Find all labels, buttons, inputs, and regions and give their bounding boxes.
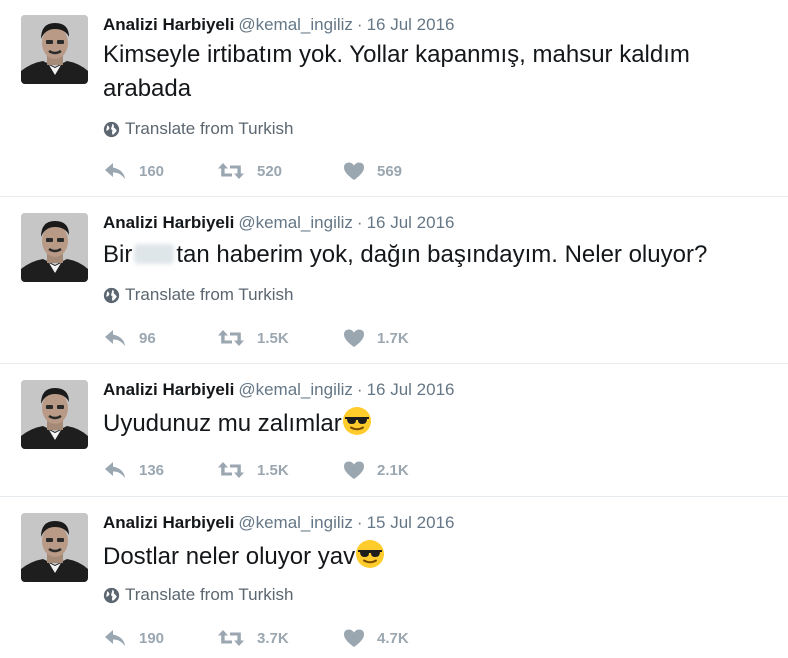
reply-icon xyxy=(103,328,127,348)
sunglasses-emoji-icon xyxy=(342,406,372,436)
username-handle[interactable]: @kemal_ingiliz xyxy=(238,15,353,34)
retweet-icon xyxy=(217,161,245,181)
reply-count: 190 xyxy=(139,629,165,647)
like-count: 2.1K xyxy=(377,461,409,479)
translate-label: Translate from Turkish xyxy=(125,585,294,604)
display-name[interactable]: Analizi Harbiyeli xyxy=(103,15,234,34)
tweet-text: Kimseyle irtibatım yok. Yollar kapanmış,… xyxy=(103,38,763,106)
username-handle[interactable]: @kemal_ingiliz xyxy=(238,213,353,232)
tweet-4[interactable]: Analizi Harbiyeli @kemal_ingiliz · 15 Jul 2… xyxy=(0,498,788,658)
reply-button[interactable]: 160 xyxy=(103,161,217,181)
retweet-icon xyxy=(217,628,245,648)
separator-dot: · xyxy=(356,213,363,232)
heart-icon xyxy=(343,328,365,348)
retweet-icon xyxy=(217,328,245,348)
tweet-text-body: Dostlar neler oluyor yav xyxy=(103,543,356,570)
reply-icon xyxy=(103,161,127,181)
tweet-text-line1: Kimseyle irtibatım yok. Yollar kapanmış,… xyxy=(103,41,690,68)
profile-photo xyxy=(21,513,88,582)
retweet-count: 1.5K xyxy=(257,461,289,479)
tweet-text: Uyudunuz mu zalımlar xyxy=(103,406,763,441)
translate-label: Translate from Turkish xyxy=(125,119,294,138)
reply-count: 160 xyxy=(139,162,165,180)
tweet-text: Dostlar neler oluyor yav xyxy=(103,539,763,574)
heart-icon xyxy=(343,628,365,648)
tweet-2[interactable]: Analizi Harbiyeli @kemal_ingiliz · 16 Jul 2… xyxy=(0,198,788,364)
like-button[interactable]: 4.7K xyxy=(343,628,409,648)
globe-icon xyxy=(103,587,120,604)
username-handle[interactable]: @kemal_ingiliz xyxy=(238,380,353,399)
tweet-text-body: Uyudunuz mu zalımlar xyxy=(103,410,342,437)
avatar[interactable] xyxy=(21,380,88,449)
display-name[interactable]: Analizi Harbiyeli xyxy=(103,380,234,399)
tweet-1[interactable]: Analizi Harbiyeli @kemal_ingiliz · 16 Jul 2… xyxy=(0,0,788,197)
tweet-actions: 136 1.5K 2.1K xyxy=(103,458,409,482)
tweet-actions: 160 520 569 xyxy=(103,159,402,183)
retweet-count: 3.7K xyxy=(257,629,289,647)
profile-photo xyxy=(21,380,88,449)
globe-icon xyxy=(103,121,120,138)
separator-dot: · xyxy=(356,15,363,34)
like-button[interactable]: 2.1K xyxy=(343,460,409,480)
avatar[interactable] xyxy=(21,513,88,582)
retweet-button[interactable]: 1.5K xyxy=(217,328,343,348)
retweet-icon xyxy=(217,460,245,480)
like-button[interactable]: 569 xyxy=(343,161,402,181)
profile-photo xyxy=(21,213,88,282)
tweet-date[interactable]: 15 Jul 2016 xyxy=(367,513,455,532)
reply-icon xyxy=(103,460,127,480)
avatar[interactable] xyxy=(21,15,88,84)
globe-icon xyxy=(103,287,120,304)
profile-photo xyxy=(21,15,88,84)
tweet-header: Analizi Harbiyeli @kemal_ingiliz · 16 Jul 2… xyxy=(103,15,454,35)
heart-icon xyxy=(343,460,365,480)
tweet-actions: 96 1.5K 1.7K xyxy=(103,326,409,350)
avatar[interactable] xyxy=(21,213,88,282)
retweet-count: 520 xyxy=(257,162,283,180)
translate-label: Translate from Turkish xyxy=(125,285,294,304)
tweet-text-line2: arabada xyxy=(103,75,192,102)
like-count: 569 xyxy=(377,162,403,180)
tweet-3[interactable]: Analizi Harbiyeli @kemal_ingiliz · 16 Jul 2… xyxy=(0,365,788,497)
translate-link[interactable]: Translate from Turkish xyxy=(103,585,293,605)
tweet-header: Analizi Harbiyeli @kemal_ingiliz · 15 Jul 2… xyxy=(103,513,454,533)
tweet-header: Analizi Harbiyeli @kemal_ingiliz · 16 Jul 2… xyxy=(103,380,454,400)
tweet-text-end: tan haberim yok, dağın başındayım. Neler… xyxy=(176,241,708,268)
separator-dot: · xyxy=(356,380,363,399)
tweet-date[interactable]: 16 Jul 2016 xyxy=(367,15,455,34)
reply-count: 96 xyxy=(139,329,156,347)
like-count: 4.7K xyxy=(377,629,409,647)
retweet-button[interactable]: 1.5K xyxy=(217,460,343,480)
display-name[interactable]: Analizi Harbiyeli xyxy=(103,513,234,532)
like-button[interactable]: 1.7K xyxy=(343,328,409,348)
reply-count: 136 xyxy=(139,461,165,479)
tweet-date[interactable]: 16 Jul 2016 xyxy=(367,213,455,232)
tweet-date[interactable]: 16 Jul 2016 xyxy=(367,380,455,399)
retweet-button[interactable]: 520 xyxy=(217,161,343,181)
display-name[interactable]: Analizi Harbiyeli xyxy=(103,213,234,232)
tweet-text: Bir tan haberim yok, dağın başındayım. Ne… xyxy=(103,238,763,272)
retweet-button[interactable]: 3.7K xyxy=(217,628,343,648)
tweet-text-start: Bir xyxy=(103,241,133,268)
reply-button[interactable]: 136 xyxy=(103,460,217,480)
like-count: 1.7K xyxy=(377,329,409,347)
separator-dot: · xyxy=(356,513,363,532)
reply-icon xyxy=(103,628,127,648)
retweet-count: 1.5K xyxy=(257,329,289,347)
tweet-actions: 190 3.7K 4.7K xyxy=(103,626,409,650)
reply-button[interactable]: 96 xyxy=(103,328,217,348)
translate-link[interactable]: Translate from Turkish xyxy=(103,119,293,139)
translate-link[interactable]: Translate from Turkish xyxy=(103,285,293,305)
blurred-word xyxy=(134,244,175,264)
heart-icon xyxy=(343,161,365,181)
reply-button[interactable]: 190 xyxy=(103,628,217,648)
sunglasses-emoji-icon xyxy=(355,539,385,569)
tweet-header: Analizi Harbiyeli @kemal_ingiliz · 16 Jul 2… xyxy=(103,213,454,233)
username-handle[interactable]: @kemal_ingiliz xyxy=(238,513,353,532)
